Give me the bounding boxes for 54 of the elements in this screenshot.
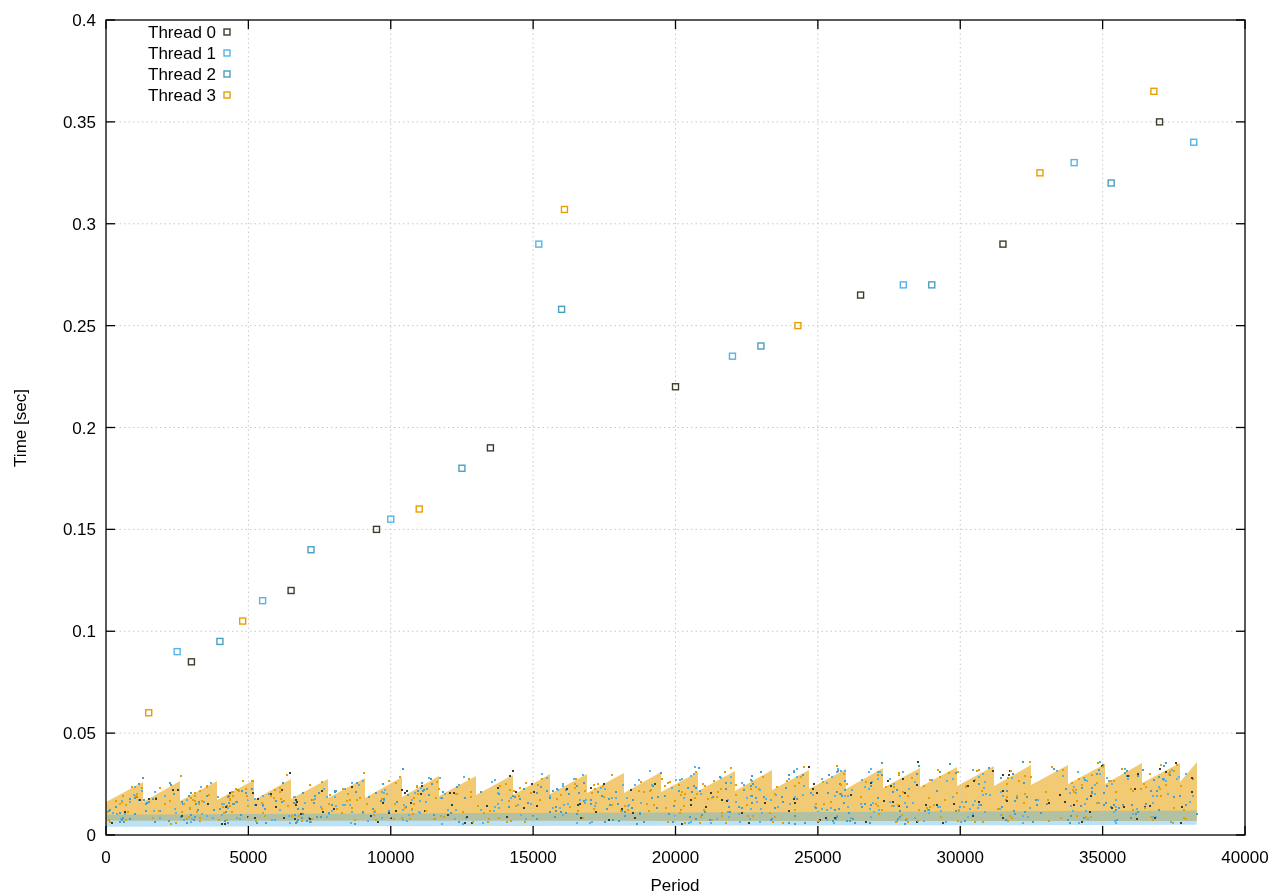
- data-point: [671, 383, 680, 391]
- data-point: [173, 647, 181, 656]
- data-point: [856, 291, 865, 299]
- x-tick-label: 25000: [794, 848, 842, 867]
- x-tick-label: 35000: [1079, 848, 1127, 867]
- x-axis-title: Period: [650, 876, 700, 895]
- y-tick-label: 0.35: [62, 112, 96, 132]
- data-point: [928, 281, 936, 289]
- x-tick-label: 5000: [229, 848, 268, 867]
- data-point: [1036, 169, 1044, 177]
- x-tick-label: 40000: [1221, 848, 1269, 867]
- data-point: [535, 240, 543, 248]
- data-point: [387, 515, 395, 523]
- legend-label: Thread 3: [148, 86, 217, 105]
- data-point: [1150, 87, 1158, 95]
- y-tick-label: 0: [86, 826, 96, 845]
- y-tick-label: 0.05: [62, 724, 96, 744]
- data-point: [458, 464, 466, 472]
- x-tick-label: 10000: [367, 848, 415, 867]
- data-point: [557, 305, 566, 314]
- y-tick-label: 0.1: [72, 622, 96, 642]
- y-tick-label: 0.3: [72, 214, 96, 234]
- x-tick-label: 15000: [509, 848, 557, 867]
- data-point: [486, 444, 495, 452]
- y-tick-label: 0.25: [62, 316, 96, 336]
- data-point: [1070, 158, 1078, 167]
- data-point: [187, 658, 196, 666]
- data-point: [239, 617, 247, 625]
- data-point: [287, 586, 295, 595]
- y-tick-label: 0.4: [72, 11, 96, 30]
- legend-label: Thread 2: [148, 65, 217, 84]
- legend-label: Thread 0: [148, 23, 217, 42]
- data-point: [1190, 138, 1198, 146]
- data-point: [258, 597, 267, 605]
- data-point: [415, 505, 423, 513]
- x-tick-label: 30000: [936, 848, 984, 867]
- data-point: [899, 281, 907, 289]
- data-point: [999, 240, 1007, 248]
- data-point: [145, 709, 153, 717]
- data-point: [307, 546, 315, 554]
- data-point: [728, 352, 737, 360]
- x-tick-label: 20000: [651, 848, 700, 867]
- data-point: [372, 525, 381, 534]
- y-axis-title: Time [sec]: [11, 389, 30, 467]
- data-point: [560, 205, 569, 214]
- data-point: [1107, 179, 1115, 187]
- data-point: [1155, 118, 1164, 126]
- y-tick-label: 0.15: [62, 520, 96, 540]
- data-point: [757, 342, 765, 350]
- legend-label: Thread 1: [148, 44, 217, 63]
- data-point: [216, 637, 224, 646]
- x-tick-label: 0: [101, 848, 111, 867]
- data-point: [794, 321, 802, 330]
- y-tick-label: 0.2: [72, 418, 96, 438]
